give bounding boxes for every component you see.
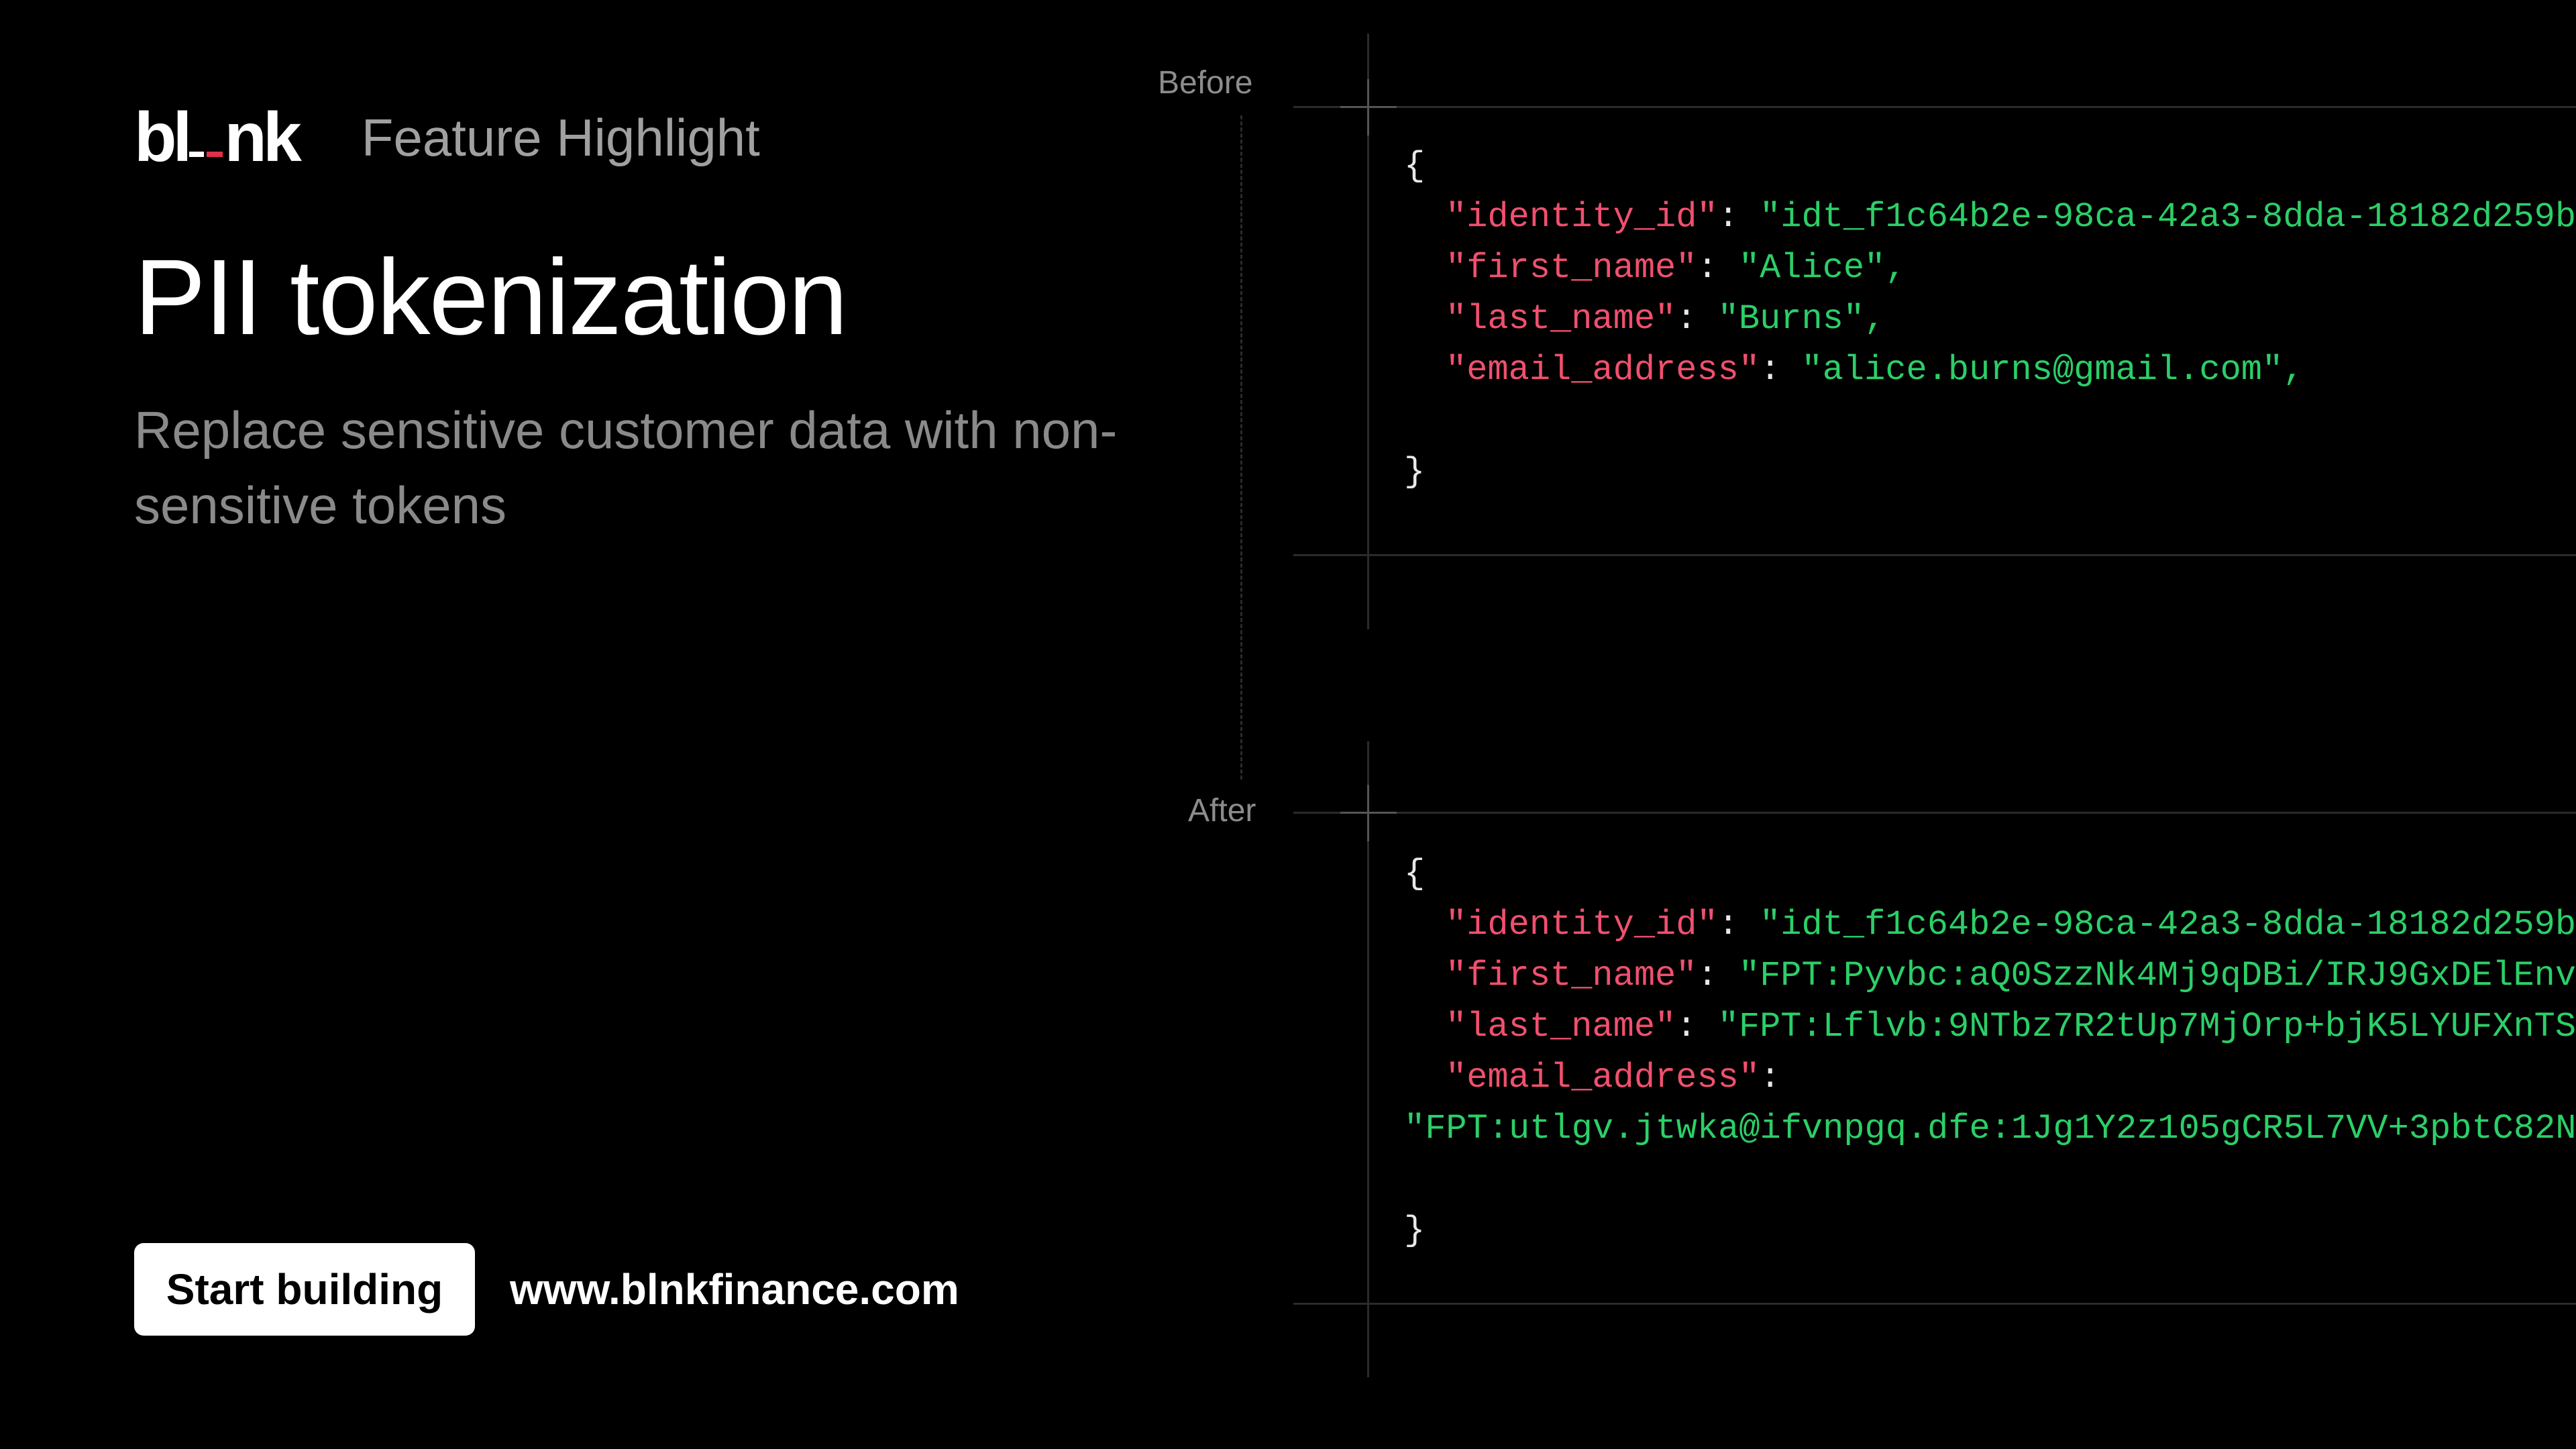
start-building-button[interactable]: Start building [134, 1243, 475, 1336]
code-line: "first_name": "Alice", [1446, 248, 1907, 288]
cta-row: Start building www.blnkfinance.com [134, 1243, 959, 1336]
before-open-brace: { [1404, 146, 1426, 186]
code-line: "first_name": "FPT:Pyvbc:aQ0SzzNk4Mj9qDB… [1446, 956, 2576, 996]
after-bottom-rule [1293, 1303, 2576, 1305]
code-line-wrapped: "FPT:utlgv.jtwka@ifvnpgq.dfe:1Jg1Y2z105g… [1404, 1109, 2576, 1148]
page-title: PII tokenization [134, 237, 848, 357]
before-bottom-rule [1293, 554, 2576, 556]
before-code-block: { "identity_id": "idt_f1c64b2e-98ca-42a3-… [1404, 141, 2576, 498]
after-close-brace: } [1404, 1211, 1426, 1250]
before-crosshair-icon [1340, 79, 1397, 136]
before-close-brace: } [1404, 452, 1426, 492]
before-top-rule [1293, 106, 2576, 108]
code-line: "identity_id": "idt_f1c64b2e-98ca-42a3-8… [1446, 905, 2576, 945]
before-label: Before [1158, 65, 1253, 101]
code-line: "last_name": "FPT:Lflvb:9NTbz7R2tUp7MjOr… [1446, 1007, 2576, 1046]
logo-text-right: nk [224, 99, 301, 176]
after-crosshair-icon [1340, 785, 1397, 841]
website-link[interactable]: www.blnkfinance.com [510, 1265, 959, 1314]
feature-highlight-label: Feature Highlight [361, 108, 760, 167]
code-line: "email_address": [1446, 1058, 1781, 1097]
code-line: "identity_id": "idt_f1c64b2e-98ca-42a3-8… [1446, 197, 2576, 237]
after-top-rule [1293, 812, 2576, 814]
after-label: After [1188, 793, 1256, 828]
logo-underscore-mark [189, 152, 223, 161]
after-code-block: { "identity_id": "idt_f1c64b2e-98ca-42a3-… [1404, 849, 2576, 1256]
brand-row: bl nk Feature Highlight [134, 101, 760, 174]
page-subtitle: Replace sensitive customer data with non… [134, 400, 1118, 535]
before-after-connector [1240, 115, 1242, 780]
after-open-brace: { [1404, 854, 1426, 894]
blnk-logo[interactable]: bl nk [134, 103, 302, 172]
logo-text-left: bl [134, 99, 192, 176]
code-line: "last_name": "Burns", [1446, 299, 1886, 339]
left-panel: bl nk Feature Highlight PII tokenization … [0, 0, 1154, 1449]
code-line: "email_address": "alice.burns@gmail.com"… [1446, 350, 2304, 390]
